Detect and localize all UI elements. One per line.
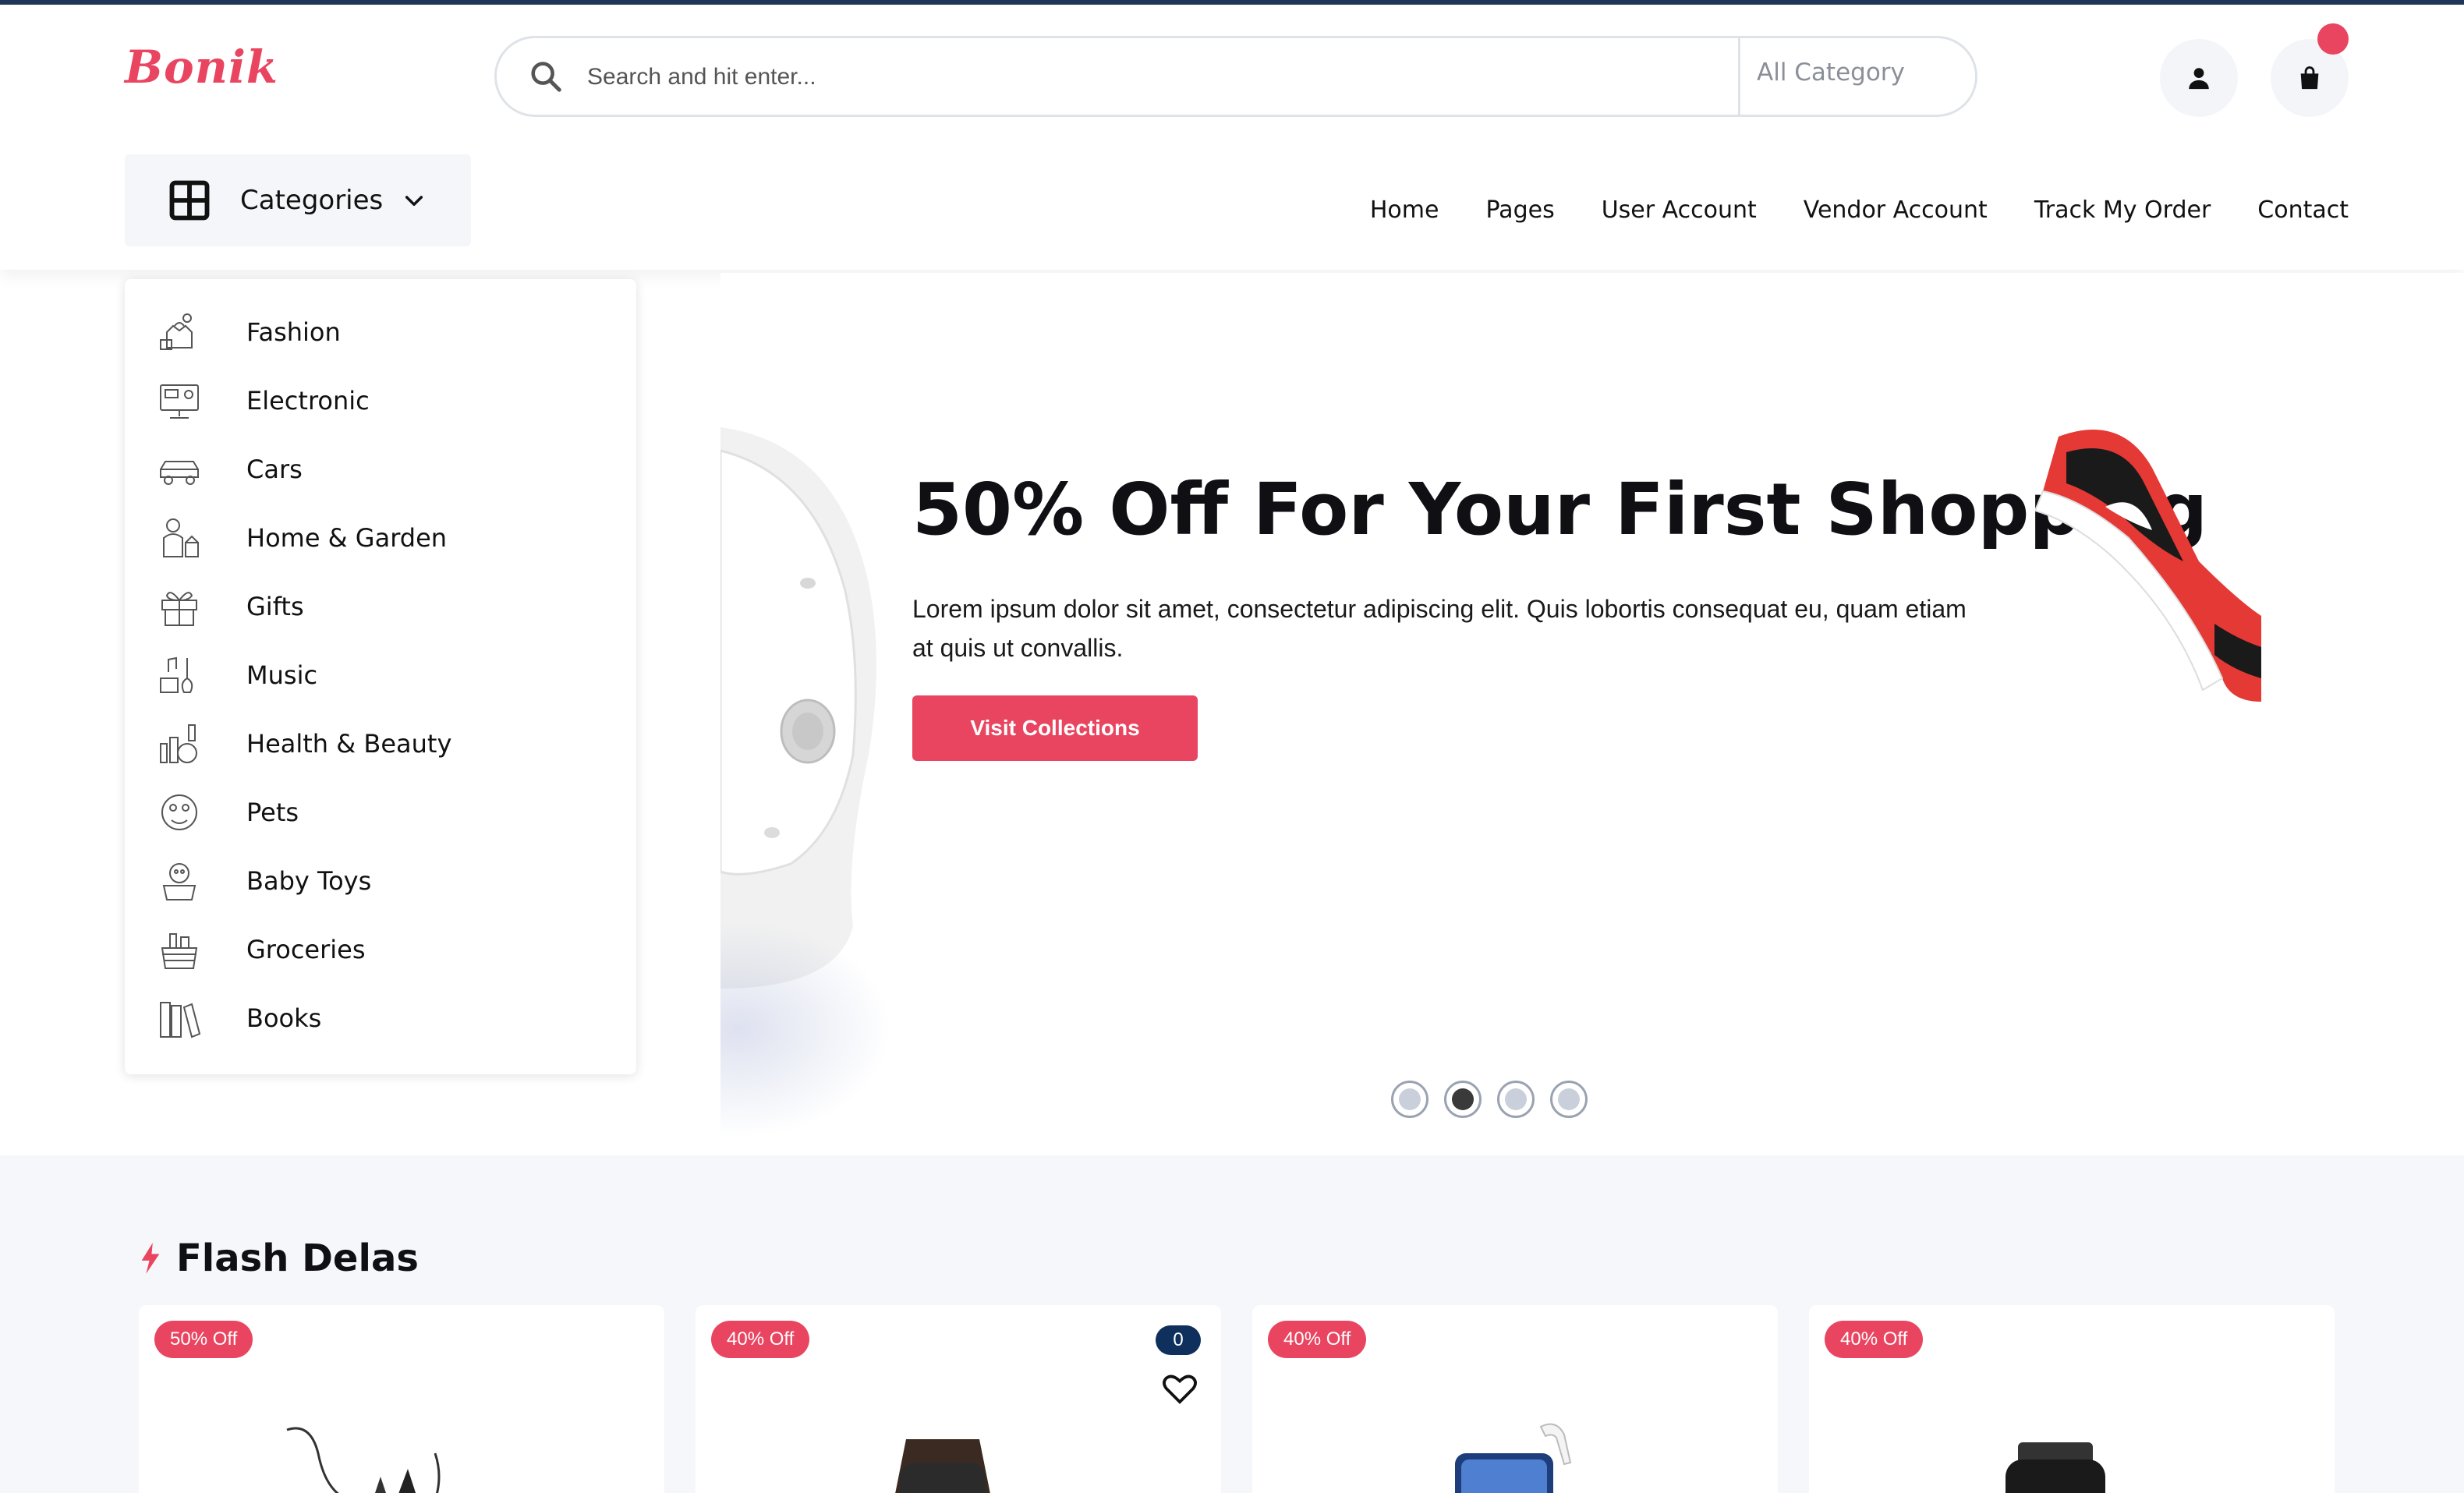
category-label: Electronic bbox=[246, 386, 370, 416]
phone-airpods-image bbox=[1455, 1423, 1572, 1493]
music-icon bbox=[160, 656, 193, 693]
discount-badge: 50% Off bbox=[154, 1321, 253, 1358]
hero-description: Lorem ipsum dolor sit amet, consectetur … bbox=[912, 595, 1967, 662]
slider-dot-4[interactable] bbox=[1550, 1081, 1588, 1118]
electronic-icon bbox=[160, 384, 199, 419]
health-beauty-icon bbox=[160, 724, 197, 763]
gift-icon bbox=[161, 592, 197, 626]
smartwatch-image bbox=[2006, 1442, 2105, 1493]
category-label: Groceries bbox=[246, 935, 366, 964]
discount-badge: 40% Off bbox=[1825, 1321, 1924, 1358]
logo[interactable]: Bonik bbox=[125, 41, 278, 94]
hero-shadow bbox=[720, 920, 892, 1138]
pets-icon bbox=[161, 794, 197, 830]
hero-title: 50% Off For Your First Shopping bbox=[912, 468, 2208, 551]
nav-user-account[interactable]: User Account bbox=[1602, 196, 1757, 224]
headphones-image bbox=[286, 1427, 441, 1493]
nav-track-my-order[interactable]: Track My Order bbox=[2034, 196, 2211, 224]
car-icon bbox=[160, 461, 199, 485]
category-label: Cars bbox=[246, 455, 303, 484]
slider-dot-3[interactable] bbox=[1497, 1081, 1535, 1118]
home-garden-icon bbox=[163, 518, 199, 557]
books-icon bbox=[160, 1002, 201, 1038]
category-label: Fashion bbox=[246, 317, 341, 347]
category-item-health-beauty[interactable]: Health & Beauty bbox=[156, 720, 451, 767]
slider-dot-1[interactable] bbox=[1391, 1081, 1428, 1118]
category-item-fashion[interactable]: Fashion bbox=[156, 309, 341, 356]
category-label: Music bbox=[246, 660, 318, 690]
search-icon[interactable] bbox=[528, 58, 564, 94]
chevron-down-icon bbox=[405, 196, 423, 207]
category-label: Baby Toys bbox=[246, 866, 372, 896]
category-label: Pets bbox=[246, 798, 299, 827]
category-label: Home & Garden bbox=[246, 523, 448, 553]
category-menu: Fashion Electronic Cars Home & Garden Gi… bbox=[125, 279, 636, 1074]
search-input[interactable] bbox=[587, 54, 1414, 101]
category-item-groceries[interactable]: Groceries bbox=[156, 926, 366, 973]
categories-label: Categories bbox=[240, 185, 384, 216]
groceries-icon bbox=[161, 933, 198, 969]
category-select[interactable]: All Category bbox=[1757, 58, 1905, 87]
product-card[interactable]: 40% Off 0 bbox=[696, 1305, 1221, 1493]
category-label: Gifts bbox=[246, 592, 304, 621]
search-bar: All Category bbox=[494, 36, 1977, 117]
visit-collections-button[interactable]: Visit Collections bbox=[912, 695, 1198, 761]
category-item-books[interactable]: Books bbox=[156, 995, 321, 1042]
categories-button[interactable]: Categories bbox=[125, 154, 471, 246]
lightning-icon bbox=[141, 1243, 160, 1274]
nav-vendor-account[interactable]: Vendor Account bbox=[1804, 196, 1988, 224]
hero-slider-dots bbox=[1391, 1081, 1588, 1118]
product-card[interactable]: 40% Off bbox=[1809, 1305, 2335, 1493]
product-card[interactable]: 40% Off bbox=[1252, 1305, 1778, 1493]
user-icon bbox=[2189, 68, 2209, 90]
baby-toys-icon bbox=[162, 863, 196, 900]
discount-badge: 40% Off bbox=[1268, 1321, 1367, 1358]
user-account-button[interactable] bbox=[2160, 39, 2238, 117]
watch-band-image bbox=[720, 427, 876, 989]
category-label: Books bbox=[246, 1003, 322, 1033]
category-item-home-garden[interactable]: Home & Garden bbox=[156, 515, 447, 561]
search-divider bbox=[1738, 38, 1740, 115]
cart-notification-dot bbox=[2317, 23, 2349, 55]
flash-deals-heading: Flash Delas bbox=[137, 1237, 419, 1280]
category-item-music[interactable]: Music bbox=[156, 652, 317, 699]
category-item-gifts[interactable]: Gifts bbox=[156, 583, 304, 630]
fashion-icon bbox=[160, 313, 193, 350]
category-item-electronic[interactable]: Electronic bbox=[156, 377, 370, 424]
category-item-pets[interactable]: Pets bbox=[156, 789, 299, 836]
category-label: Health & Beauty bbox=[246, 729, 452, 759]
heart-icon[interactable] bbox=[1162, 1372, 1198, 1405]
flash-deals-title: Flash Delas bbox=[176, 1237, 419, 1280]
category-item-cars[interactable]: Cars bbox=[156, 446, 303, 493]
main-nav: Home Pages User Account Vendor Account T… bbox=[1370, 196, 2349, 224]
site-header: Bonik All Category Categories bbox=[0, 5, 2464, 270]
slider-dot-2[interactable] bbox=[1444, 1081, 1482, 1118]
nav-home[interactable]: Home bbox=[1370, 196, 1439, 224]
nav-contact[interactable]: Contact bbox=[2257, 196, 2349, 224]
product-card[interactable]: 50% Off bbox=[139, 1305, 664, 1493]
category-item-baby-toys[interactable]: Baby Toys bbox=[156, 858, 371, 904]
discount-badge: 40% Off bbox=[711, 1321, 810, 1358]
grid-icon bbox=[169, 180, 210, 221]
shopping-bag-icon bbox=[2300, 66, 2319, 90]
sneaker-image bbox=[2035, 430, 2261, 702]
watch-image bbox=[895, 1439, 990, 1493]
cart-quantity-badge: 0 bbox=[1156, 1325, 1201, 1355]
nav-pages[interactable]: Pages bbox=[1485, 196, 1554, 224]
